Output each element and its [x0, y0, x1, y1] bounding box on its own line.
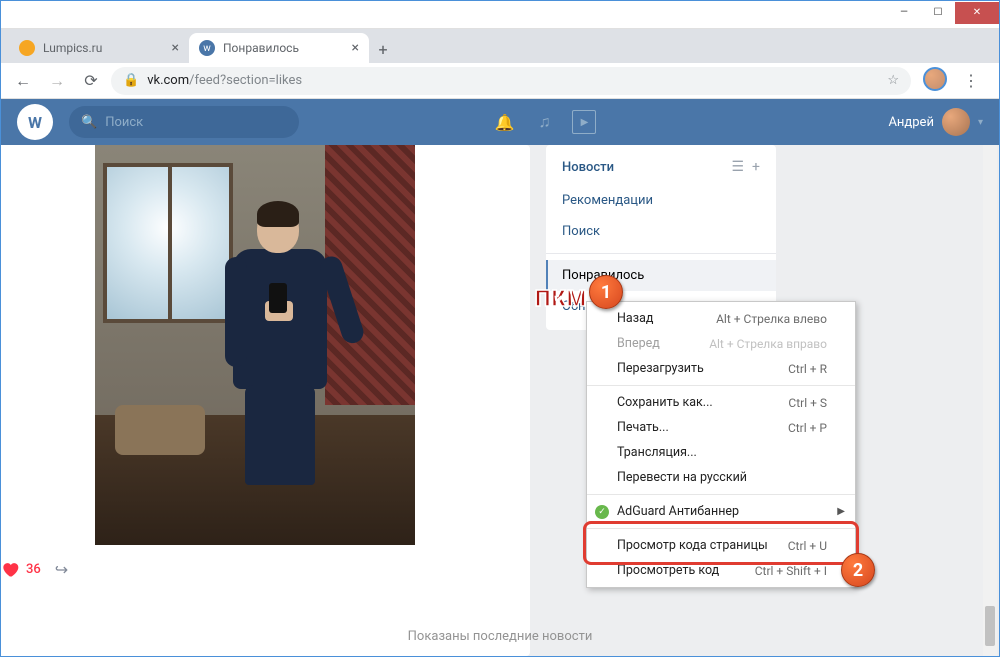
play-icon[interactable]: ▶: [572, 110, 596, 134]
ctx-inspect[interactable]: Просмотреть код Ctrl + Shift + I: [587, 558, 855, 583]
filter-icon[interactable]: ☰: [731, 159, 744, 175]
notifications-icon[interactable]: 🔔: [492, 110, 516, 134]
window-close-button[interactable]: ✕: [955, 2, 999, 24]
tab-favicon: [19, 40, 35, 56]
ctx-back[interactable]: Назад Alt + Стрелка влево: [587, 306, 855, 331]
ctx-label: Сохранить как...: [617, 395, 713, 410]
like-count: 36: [26, 562, 41, 577]
ctx-label: Просмотр кода страницы: [617, 538, 768, 553]
url-host: vk.com: [147, 73, 189, 88]
ctx-label: Перевести на русский: [617, 470, 747, 485]
sidebar-title[interactable]: Новости: [562, 160, 723, 175]
search-placeholder: Поиск: [105, 115, 143, 130]
tab-title: Понравилось: [223, 41, 344, 55]
nav-back-button[interactable]: ←: [9, 67, 37, 95]
chevron-down-icon: ▾: [978, 117, 983, 128]
browser-menu-button[interactable]: ⋮: [957, 67, 985, 95]
avatar: [942, 108, 970, 136]
ctx-save-as[interactable]: Сохранить как... Ctrl + S: [587, 390, 855, 415]
tab-close-icon[interactable]: ×: [172, 40, 179, 56]
nav-forward-button[interactable]: →: [43, 67, 71, 95]
vk-header: W 🔍 Поиск 🔔 ♫ ▶ Андрей ▾: [1, 99, 999, 145]
annotation-callout-1: 1: [589, 275, 623, 309]
ctx-shortcut: Alt + Стрелка влево: [716, 312, 827, 326]
ctx-reload[interactable]: Перезагрузить Ctrl + R: [587, 356, 855, 381]
bookmark-star-icon[interactable]: ☆: [887, 73, 899, 88]
ctx-label: AdGuard Антибаннер: [617, 504, 739, 519]
ctx-label: Назад: [617, 311, 653, 326]
url-path: /feed?section=likes: [189, 73, 302, 88]
ctx-label: Вперед: [617, 336, 660, 351]
ctx-label: Трансляция...: [617, 445, 697, 460]
divider: [587, 494, 855, 495]
music-icon[interactable]: ♫: [532, 110, 556, 134]
post-photo[interactable]: [95, 145, 415, 545]
ctx-shortcut: Ctrl + U: [788, 539, 827, 553]
ctx-shortcut: Ctrl + P: [788, 421, 827, 435]
ctx-translate[interactable]: Перевести на русский: [587, 465, 855, 490]
profile-avatar-icon[interactable]: [923, 67, 947, 91]
ctx-cast[interactable]: Трансляция...: [587, 440, 855, 465]
sidebar-item-recommendations[interactable]: Рекомендации: [546, 185, 776, 216]
plus-icon[interactable]: +: [752, 159, 760, 175]
annotation-callout-2: 2: [841, 553, 875, 587]
ctx-print[interactable]: Печать... Ctrl + P: [587, 415, 855, 440]
feed-footer-message: Показаны последние новости: [1, 629, 999, 644]
vk-user-menu[interactable]: Андрей ▾: [888, 108, 983, 136]
ctx-shortcut: Ctrl + R: [788, 362, 827, 376]
ctx-shortcut: Ctrl + Shift + I: [755, 564, 827, 578]
vk-logo[interactable]: W: [17, 104, 53, 140]
new-tab-button[interactable]: +: [369, 35, 397, 63]
search-icon: 🔍: [81, 115, 97, 130]
browser-tab-active[interactable]: w Понравилось ×: [189, 33, 369, 63]
ctx-shortcut: Alt + Стрелка вправо: [709, 337, 827, 351]
context-menu: Назад Alt + Стрелка влево Вперед Alt + С…: [586, 301, 856, 588]
tab-title: Lumpics.ru: [43, 41, 164, 55]
browser-tabstrip: Lumpics.ru × w Понравилось × +: [1, 29, 999, 63]
annotation-pkm-label: ПКМ: [535, 287, 587, 312]
nav-reload-button[interactable]: ⟳: [77, 67, 105, 95]
browser-toolbar: ← → ⟳ 🔒 vk.com/feed?section=likes ☆ ⋮: [1, 63, 999, 99]
vk-search-input[interactable]: 🔍 Поиск: [69, 106, 299, 138]
scrollbar-thumb[interactable]: [985, 606, 995, 646]
tab-favicon: w: [199, 40, 215, 56]
post-card: 36 ↪: [1, 145, 530, 656]
window-titlebar: — ☐ ✕: [1, 1, 999, 29]
ctx-shortcut: Ctrl + S: [788, 396, 827, 410]
vk-username: Андрей: [888, 115, 934, 130]
chevron-right-icon: ▶: [837, 506, 845, 517]
address-bar[interactable]: 🔒 vk.com/feed?section=likes ☆: [111, 67, 911, 95]
adguard-icon: ✓: [595, 505, 609, 519]
divider: [587, 385, 855, 386]
lock-icon: 🔒: [123, 73, 139, 88]
like-button[interactable]: 36: [1, 559, 41, 579]
ctx-adguard[interactable]: ✓ AdGuard Антибаннер ▶: [587, 499, 855, 524]
ctx-label: Перезагрузить: [617, 361, 704, 376]
browser-tab[interactable]: Lumpics.ru ×: [9, 33, 189, 63]
tab-close-icon[interactable]: ×: [352, 40, 359, 56]
sidebar-item-search[interactable]: Поиск: [546, 216, 776, 247]
divider: [587, 528, 855, 529]
ctx-label: Печать...: [617, 420, 669, 435]
ctx-forward: Вперед Alt + Стрелка вправо: [587, 331, 855, 356]
ctx-label: Просмотреть код: [617, 563, 719, 578]
share-button[interactable]: ↪: [55, 560, 68, 579]
vertical-scrollbar[interactable]: [983, 145, 997, 656]
ctx-view-source[interactable]: Просмотр кода страницы Ctrl + U: [587, 533, 855, 558]
window-maximize-button[interactable]: ☐: [921, 2, 955, 24]
heart-icon: [1, 559, 20, 579]
window-minimize-button[interactable]: —: [887, 2, 921, 24]
divider: [546, 253, 776, 254]
